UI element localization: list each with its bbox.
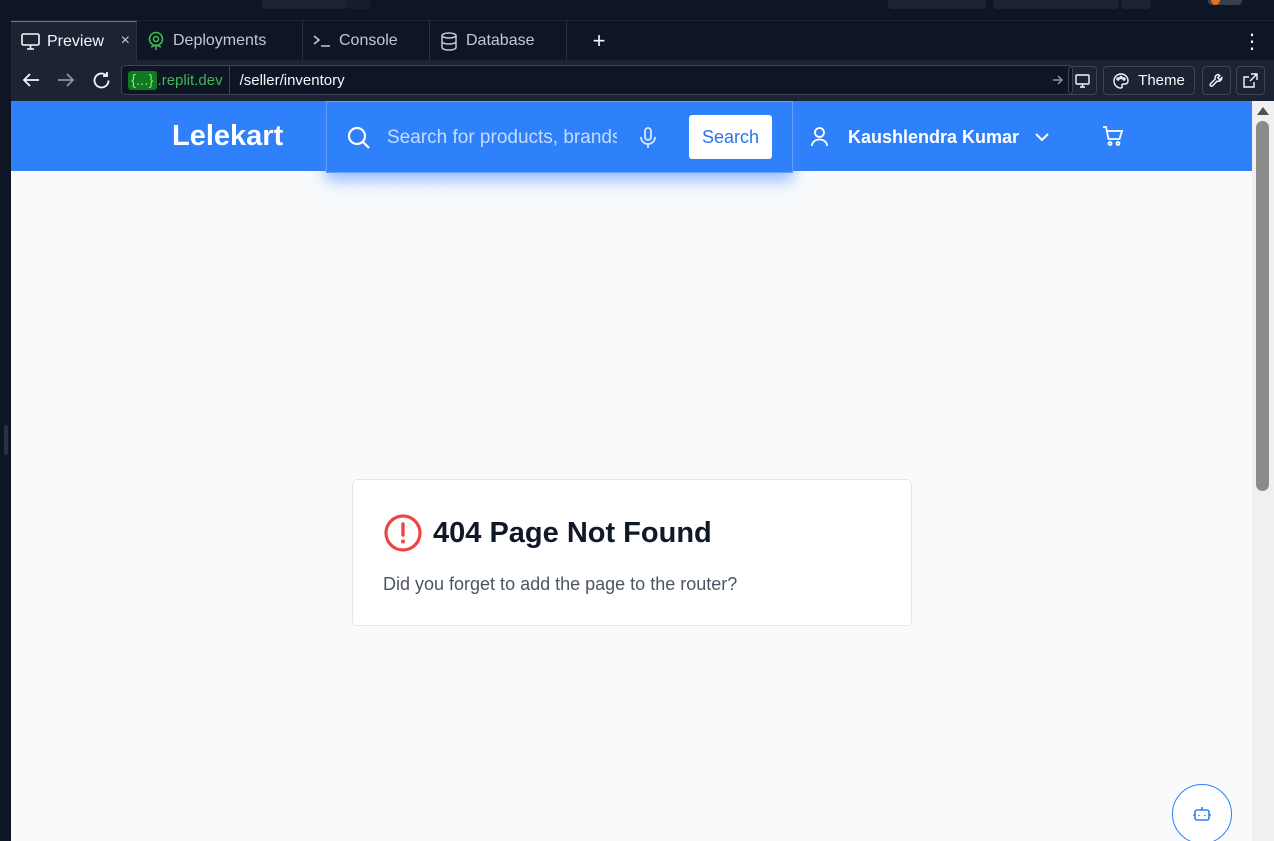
monitor-icon	[1075, 73, 1090, 88]
url-field[interactable]: {...} .replit.dev /seller/inventory	[121, 65, 1073, 95]
error-message: Did you forget to add the page to the ro…	[383, 574, 738, 594]
search-hint: Press / to search	[345, 183, 451, 199]
reload-button[interactable]	[88, 68, 114, 92]
user-name: Kaushlendra Kumar	[848, 126, 1020, 147]
theme-label: Theme	[1138, 72, 1185, 89]
arrow-right-icon	[58, 73, 75, 87]
user-menu[interactable]: Kaushlendra Kumar	[811, 123, 1049, 151]
top-strip-control[interactable]	[993, 0, 1119, 9]
chevron-down-icon	[1035, 132, 1049, 141]
ide-top-strip	[0, 0, 1274, 20]
scrollbar-thumb[interactable]	[1256, 121, 1269, 491]
cart-icon[interactable]	[1102, 126, 1124, 146]
search-button[interactable]: Search	[689, 115, 772, 159]
monitor-icon	[19, 31, 41, 53]
tab-console[interactable]: Console	[303, 21, 430, 61]
tab-label: Preview	[47, 32, 104, 50]
external-link-icon	[1243, 73, 1258, 88]
vertical-scrollbar[interactable]	[1252, 101, 1274, 841]
add-tab-button[interactable]: +	[577, 21, 621, 61]
domain-suffix: .replit.dev	[157, 71, 223, 89]
wrench-icon	[1209, 73, 1223, 87]
tab-label: Database	[466, 32, 535, 49]
chat-assistant-button[interactable]	[1172, 784, 1232, 841]
terminal-icon	[311, 30, 333, 52]
search-input[interactable]	[387, 124, 617, 152]
more-menu-icon[interactable]: ⋮	[1242, 30, 1262, 53]
close-icon[interactable]: ×	[121, 32, 130, 50]
user-icon	[811, 127, 828, 147]
scroll-up-arrow-icon[interactable]	[1257, 107, 1269, 115]
tab-label: Console	[339, 32, 398, 49]
deployments-icon	[145, 30, 167, 52]
url-path[interactable]: /seller/inventory	[230, 72, 1044, 89]
alert-circle-icon	[384, 514, 422, 552]
search-bar: Search	[326, 101, 793, 173]
tab-preview[interactable]: Preview ×	[11, 21, 137, 61]
top-strip-control[interactable]	[1121, 0, 1151, 9]
tab-deployments[interactable]: Deployments	[137, 21, 303, 61]
database-icon	[438, 30, 460, 52]
top-strip-control[interactable]	[262, 0, 346, 9]
url-domain: {...} .replit.dev	[122, 66, 230, 94]
back-button[interactable]	[18, 68, 44, 92]
address-bar: {...} .replit.dev /seller/inventory Them…	[11, 60, 1274, 101]
forward-button[interactable]	[53, 68, 79, 92]
top-strip-control[interactable]	[888, 0, 986, 9]
devtools-button[interactable]	[1202, 66, 1231, 95]
microphone-icon[interactable]	[639, 127, 657, 149]
top-strip-control[interactable]	[346, 0, 370, 9]
site-header: Lelekart Search Kaushlendra Kumar	[11, 101, 1252, 173]
not-found-heading: 404 Page Not Found	[383, 513, 712, 553]
preview-viewport: Lelekart Search Kaushlendra Kumar Press …	[11, 101, 1252, 841]
ide-tab-bar: Preview × Deployments Console Database +…	[11, 20, 1274, 61]
tab-database[interactable]: Database	[430, 21, 567, 61]
reload-icon	[93, 71, 109, 88]
open-new-tab-button[interactable]	[1236, 66, 1265, 95]
arrow-right-icon	[1053, 75, 1064, 85]
device-preview-button[interactable]	[1068, 66, 1097, 95]
pane-resize-handle[interactable]	[4, 425, 8, 455]
site-logo[interactable]: Lelekart	[172, 120, 283, 153]
page-title: 404 Page Not Found	[433, 516, 712, 549]
theme-button[interactable]: Theme	[1103, 66, 1195, 95]
domain-badge: {...}	[128, 70, 157, 90]
not-found-card: 404 Page Not Found Did you forget to add…	[352, 479, 912, 626]
search-icon	[347, 126, 370, 149]
palette-icon	[1113, 72, 1129, 89]
bot-icon	[1193, 807, 1211, 821]
tab-label: Deployments	[173, 32, 267, 49]
arrow-left-icon	[22, 73, 39, 87]
